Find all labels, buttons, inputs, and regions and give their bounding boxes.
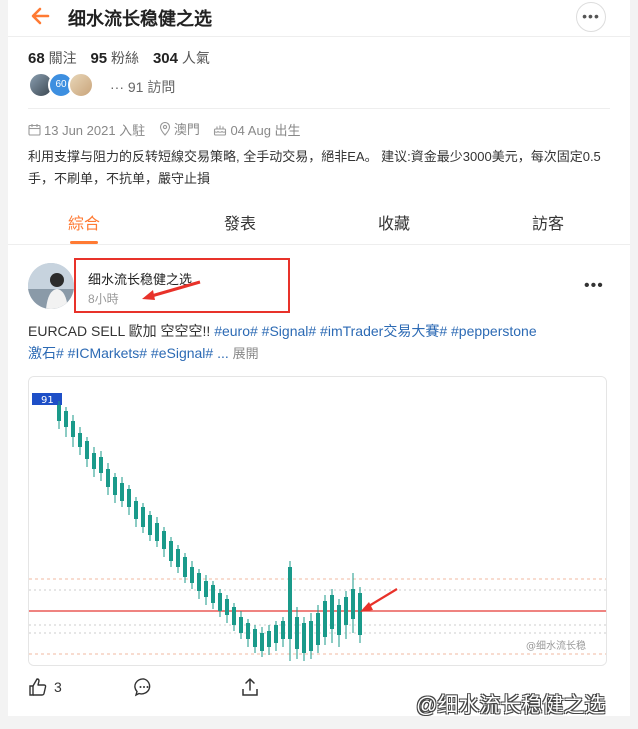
- chart-watermark: @细水流长稳: [526, 639, 586, 652]
- candle-body: [57, 405, 61, 421]
- section-gap: [8, 716, 630, 729]
- candle-body: [64, 411, 68, 427]
- back-arrow-icon[interactable]: [28, 2, 58, 30]
- comment-icon: [134, 678, 151, 697]
- candle-body: [337, 605, 341, 635]
- candle-body: [183, 557, 187, 577]
- tab-visitors[interactable]: 訪客: [508, 210, 588, 234]
- candle-body: [113, 477, 117, 495]
- candle-body: [351, 589, 355, 619]
- page-title: 细水流长稳健之选: [68, 9, 212, 29]
- expand-link[interactable]: 展開: [233, 346, 259, 361]
- candle-body: [176, 549, 180, 567]
- comment-button[interactable]: [134, 677, 154, 697]
- candle-body: [197, 573, 201, 591]
- share-icon: [242, 678, 258, 696]
- tab-favorites[interactable]: 收藏: [354, 210, 434, 234]
- visitor-avatar: [68, 72, 94, 98]
- like-count: 3: [54, 679, 62, 695]
- active-tab-indicator: [70, 241, 98, 244]
- candle-body: [232, 607, 236, 625]
- chart-badge: 91: [41, 395, 54, 406]
- fans-label: 粉絲: [111, 50, 140, 66]
- candle-body: [148, 515, 152, 535]
- calendar-icon: [28, 123, 41, 136]
- visit-count: ··· 91 訪問: [110, 79, 176, 95]
- joined-date: 13 Jun 2021 入駐: [44, 122, 146, 138]
- candle-body: [211, 585, 215, 603]
- fans-count: 95: [90, 50, 108, 67]
- candle-body: [302, 623, 306, 653]
- top-bar: 细水流长稳健之选 •••: [8, 0, 630, 37]
- popularity-count: 304: [152, 50, 178, 67]
- candle-body: [295, 617, 299, 649]
- candle-body: [323, 601, 327, 637]
- candle-body: [127, 489, 131, 507]
- popularity-label: 人氣: [181, 50, 210, 66]
- profile-tabs: 綜合 發表 收藏 訪客: [8, 200, 630, 245]
- candle-body: [281, 621, 285, 639]
- following-label: 關注: [48, 50, 77, 66]
- location: 澳門: [173, 122, 200, 137]
- candle-body: [78, 433, 82, 447]
- popularity-stat: 304 人氣: [152, 50, 210, 67]
- candle-body: [246, 623, 250, 639]
- author-avatar[interactable]: [28, 263, 74, 309]
- fans-stat[interactable]: 95 粉絲: [90, 50, 140, 67]
- candle-body: [288, 567, 292, 639]
- candle-body: [92, 453, 96, 469]
- candle-body: [204, 581, 208, 597]
- post-tags-line1[interactable]: #euro# #Signal# #imTrader交易大賽# #pepperst…: [214, 323, 536, 339]
- more-options-button[interactable]: •••: [576, 2, 606, 32]
- candle-body: [274, 625, 278, 643]
- candle-body: [99, 457, 103, 473]
- candle-body: [190, 567, 194, 583]
- candle-body: [239, 617, 243, 633]
- candle-body: [330, 595, 334, 629]
- candlestick-chart: 91 @细水流长稳: [29, 377, 606, 665]
- candle-body: [169, 541, 173, 561]
- divider: [28, 108, 610, 109]
- share-button[interactable]: [240, 677, 260, 697]
- post-text-plain: EURCAD SELL 歐加 空空空!!: [28, 323, 215, 339]
- post-more-button[interactable]: •••: [584, 277, 604, 295]
- candle-body: [106, 469, 110, 487]
- candle-body: [225, 599, 229, 615]
- candle-body: [120, 483, 124, 501]
- profile-meta: 13 Jun 2021 入駐 澳門 04 Aug 出生: [28, 119, 311, 139]
- profile-stats: 68 關注 95 粉絲 304 人氣: [28, 48, 220, 68]
- post-time: 8小時: [88, 292, 119, 306]
- candle-body: [253, 629, 257, 647]
- tab-overview[interactable]: 綜合: [44, 210, 124, 234]
- thumbs-up-icon: [29, 678, 47, 696]
- image-watermark: @细水流长稳健之选: [416, 694, 606, 717]
- birthday-cake-icon: [214, 125, 227, 136]
- candle-body: [155, 523, 159, 541]
- post-card: 细水流长稳健之选 8小時 ••• EURCAD SELL 歐加 空空空!! #e…: [8, 245, 630, 717]
- birthday: 04 Aug 出生: [230, 122, 301, 138]
- candle-body: [260, 633, 264, 651]
- annotation-arrow-icon: [142, 280, 201, 300]
- candle-body: [162, 531, 166, 549]
- like-button[interactable]: 3: [28, 677, 62, 697]
- candle-body: [316, 613, 320, 645]
- tab-posts[interactable]: 發表: [200, 210, 280, 234]
- profile-panel: 细水流长稳健之选 ••• 68 關注 95 粉絲 304 人氣 60 ··· 9…: [8, 0, 630, 729]
- profile-bio: 利用支撑与阻力的反转短線交易策略, 全手动交易，絕非EA。 建议:資金最少300…: [28, 149, 601, 186]
- candle-body: [85, 441, 89, 459]
- post-chart-image[interactable]: 91 @细水流长稳: [28, 376, 607, 666]
- candle-body: [134, 501, 138, 519]
- candle-body: [309, 621, 313, 651]
- candle-body: [267, 631, 271, 647]
- candle-body: [141, 507, 145, 527]
- post-text: EURCAD SELL 歐加 空空空!! #euro# #Signal# #im…: [28, 320, 618, 365]
- candle-body: [358, 593, 362, 635]
- candle-body: [344, 597, 348, 625]
- location-pin-icon: [159, 121, 170, 136]
- post-tags-line2[interactable]: 激石# #ICMarkets# #eSignal# ...: [28, 345, 229, 361]
- following-count: 68: [28, 50, 45, 67]
- candle-body: [71, 421, 75, 437]
- candle-body: [218, 593, 222, 611]
- following-stat[interactable]: 68 關注: [28, 50, 77, 67]
